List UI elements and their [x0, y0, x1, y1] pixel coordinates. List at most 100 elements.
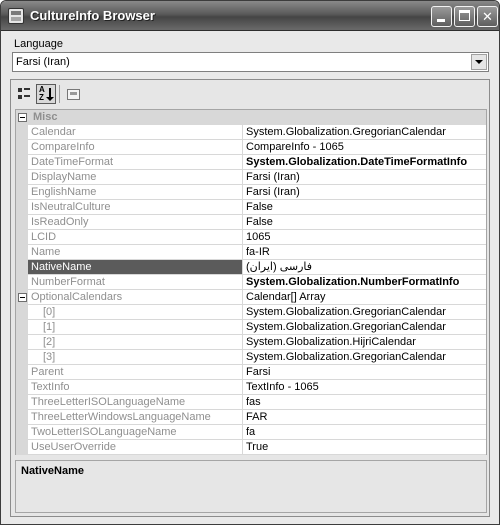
property-row[interactable]: IsNeutralCulture False [16, 200, 486, 215]
property-value[interactable]: System.Globalization.GregorianCalendar [243, 125, 486, 140]
property-row[interactable]: IsReadOnly False [16, 215, 486, 230]
property-value[interactable]: Farsi (Iran) [243, 185, 486, 200]
property-row[interactable]: DisplayName Farsi (Iran) [16, 170, 486, 185]
row-gutter [16, 290, 28, 305]
property-name[interactable]: [2] [28, 335, 243, 350]
property-row[interactable]: UseUserOverride True [16, 440, 486, 455]
category-label: Misc [33, 111, 58, 123]
property-name[interactable]: [0] [28, 305, 243, 320]
property-row[interactable]: EnglishName Farsi (Iran) [16, 185, 486, 200]
property-row[interactable]: ThreeLetterISOLanguageName fas [16, 395, 486, 410]
property-row[interactable]: LCID 1065 [16, 230, 486, 245]
property-name[interactable]: EnglishName [28, 185, 243, 200]
property-value[interactable]: CompareInfo - 1065 [243, 140, 486, 155]
property-name[interactable]: [3] [28, 350, 243, 365]
window-title: CultureInfo Browser [30, 8, 155, 23]
property-name[interactable]: [1] [28, 320, 243, 335]
language-dropdown[interactable]: Farsi (Iran) [12, 52, 489, 72]
property-row[interactable]: NativeName فارسى (ايران) [16, 260, 486, 275]
property-name[interactable]: ThreeLetterWindowsLanguageName [28, 410, 243, 425]
property-row[interactable]: CompareInfo CompareInfo - 1065 [16, 140, 486, 155]
property-row[interactable]: OptionalCalendars Calendar[] Array [16, 290, 486, 305]
category-row-misc[interactable]: Misc [16, 110, 486, 125]
property-value[interactable]: False [243, 200, 486, 215]
property-row[interactable]: DateTimeFormat System.Globalization.DateT… [16, 155, 486, 170]
title-bar[interactable]: CultureInfo Browser ✕ [1, 1, 499, 31]
row-gutter [16, 155, 28, 170]
property-row[interactable]: Parent Farsi [16, 365, 486, 380]
property-pages-button[interactable] [63, 84, 83, 104]
property-row[interactable]: Name fa-IR [16, 245, 486, 260]
property-value[interactable]: System.Globalization.NumberFormatInfo [243, 275, 486, 290]
row-gutter [16, 275, 28, 290]
property-row[interactable]: TwoLetterISOLanguageName fa [16, 425, 486, 440]
maximize-icon [459, 10, 470, 21]
property-value[interactable]: System.Globalization.GregorianCalendar [243, 320, 486, 335]
property-name[interactable]: UseUserOverride [28, 440, 243, 455]
row-gutter [16, 230, 28, 245]
property-value[interactable]: Farsi [243, 365, 486, 380]
property-row[interactable]: [2] System.Globalization.HijriCalendar [16, 335, 486, 350]
row-gutter [16, 170, 28, 185]
property-value[interactable]: System.Globalization.DateTimeFormatInfo [243, 155, 486, 170]
property-value[interactable]: فارسى (ايران) [243, 260, 486, 275]
row-gutter [16, 380, 28, 395]
close-icon: ✕ [482, 9, 493, 24]
property-grid: AZ Misc Calendar System.Globalization.Gre… [10, 79, 490, 517]
row-gutter [16, 215, 28, 230]
property-row[interactable]: Calendar System.Globalization.GregorianCa… [16, 125, 486, 140]
property-name[interactable]: DisplayName [28, 170, 243, 185]
property-value[interactable]: False [243, 215, 486, 230]
property-row[interactable]: [0] System.Globalization.GregorianCalenda… [16, 305, 486, 320]
property-name[interactable]: NumberFormat [28, 275, 243, 290]
property-value[interactable]: Farsi (Iran) [243, 170, 486, 185]
property-value[interactable]: fas [243, 395, 486, 410]
app-icon [8, 8, 24, 24]
row-gutter [16, 200, 28, 215]
property-list[interactable]: Misc Calendar System.Globalization.Gregor… [15, 109, 487, 455]
property-name[interactable]: IsNeutralCulture [28, 200, 243, 215]
property-value[interactable]: fa [243, 425, 486, 440]
property-row[interactable]: ThreeLetterWindowsLanguageName FAR [16, 410, 486, 425]
property-name[interactable]: ThreeLetterISOLanguageName [28, 395, 243, 410]
property-name[interactable]: IsReadOnly [28, 215, 243, 230]
minimize-button[interactable] [431, 6, 452, 27]
categorized-button[interactable] [14, 84, 34, 104]
property-name[interactable]: TwoLetterISOLanguageName [28, 425, 243, 440]
property-row[interactable]: [1] System.Globalization.GregorianCalenda… [16, 320, 486, 335]
property-value[interactable]: System.Globalization.GregorianCalendar [243, 350, 486, 365]
close-button[interactable]: ✕ [477, 6, 498, 27]
property-value[interactable]: System.Globalization.GregorianCalendar [243, 305, 486, 320]
row-gutter [16, 395, 28, 410]
toolbar-separator [59, 85, 60, 103]
maximize-button[interactable] [454, 6, 475, 27]
property-name[interactable]: NativeName [28, 260, 243, 275]
property-name[interactable]: Calendar [28, 125, 243, 140]
row-gutter [16, 260, 28, 275]
property-name[interactable]: DateTimeFormat [28, 155, 243, 170]
property-name[interactable]: CompareInfo [28, 140, 243, 155]
language-selected: Farsi (Iran) [16, 56, 70, 68]
property-name[interactable]: OptionalCalendars [28, 290, 243, 305]
chevron-down-icon[interactable] [471, 54, 487, 70]
property-row[interactable]: NumberFormat System.Globalization.NumberF… [16, 275, 486, 290]
row-gutter [16, 350, 28, 365]
property-name[interactable]: TextInfo [28, 380, 243, 395]
property-row[interactable]: TextInfo TextInfo - 1065 [16, 380, 486, 395]
row-gutter [16, 335, 28, 350]
property-name[interactable]: Name [28, 245, 243, 260]
property-value[interactable]: fa-IR [243, 245, 486, 260]
property-value[interactable]: True [243, 440, 486, 455]
property-name[interactable]: LCID [28, 230, 243, 245]
property-value[interactable]: System.Globalization.HijriCalendar [243, 335, 486, 350]
row-gutter [16, 140, 28, 155]
collapse-icon[interactable] [18, 293, 27, 302]
collapse-icon[interactable] [18, 113, 27, 122]
property-value[interactable]: Calendar[] Array [243, 290, 486, 305]
property-value[interactable]: 1065 [243, 230, 486, 245]
property-name[interactable]: Parent [28, 365, 243, 380]
property-row[interactable]: [3] System.Globalization.GregorianCalenda… [16, 350, 486, 365]
property-value[interactable]: TextInfo - 1065 [243, 380, 486, 395]
property-value[interactable]: FAR [243, 410, 486, 425]
alphabetical-button[interactable]: AZ [36, 84, 56, 104]
